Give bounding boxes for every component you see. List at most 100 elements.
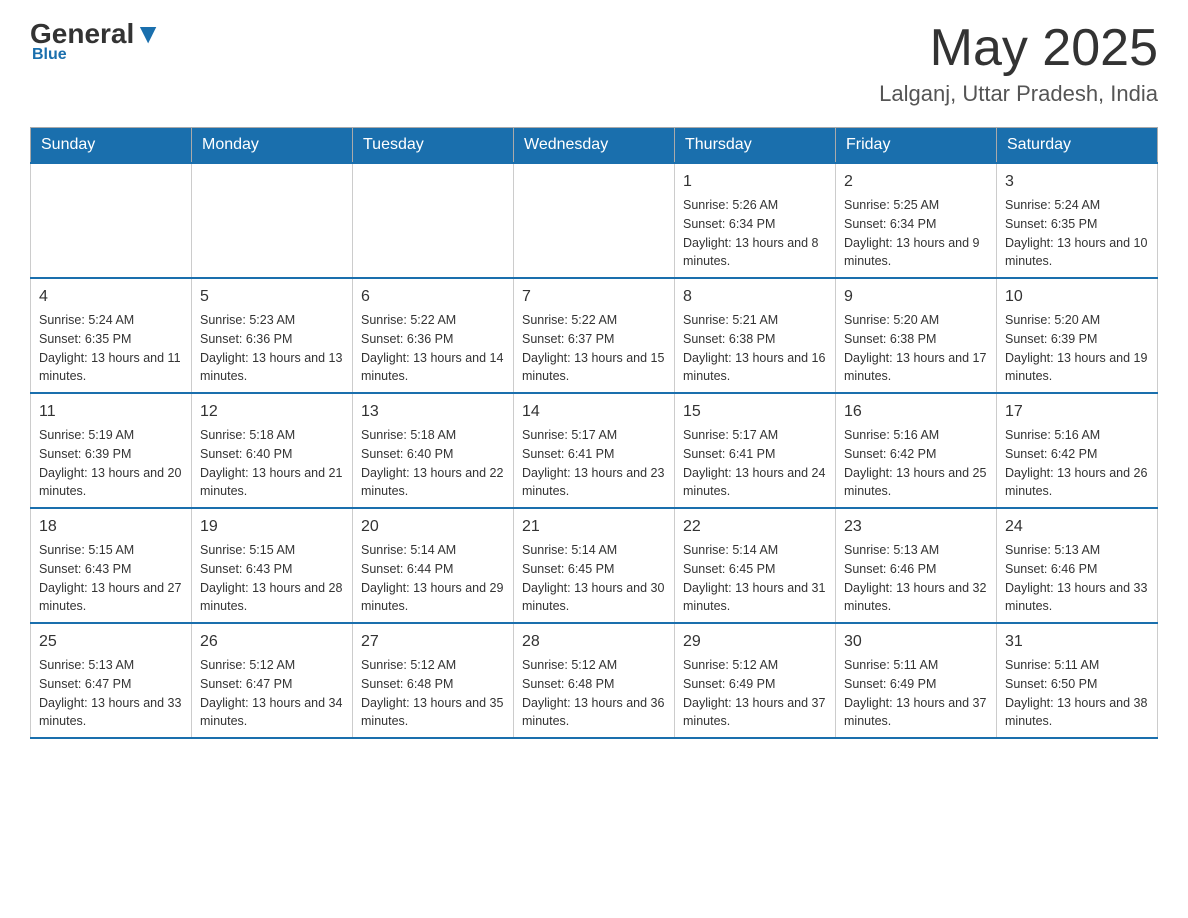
day-number: 10 — [1005, 285, 1149, 309]
day-info: Sunrise: 5:14 AMSunset: 6:45 PMDaylight:… — [683, 541, 827, 616]
table-row: 12Sunrise: 5:18 AMSunset: 6:40 PMDayligh… — [192, 393, 353, 508]
day-number: 13 — [361, 400, 505, 424]
day-number: 21 — [522, 515, 666, 539]
day-info: Sunrise: 5:22 AMSunset: 6:37 PMDaylight:… — [522, 311, 666, 386]
day-number: 23 — [844, 515, 988, 539]
logo-blue: Blue — [30, 46, 67, 64]
col-saturday: Saturday — [997, 128, 1158, 164]
page-header: General▼ Blue May 2025 Lalganj, Uttar Pr… — [30, 20, 1158, 107]
calendar-week-row: 1Sunrise: 5:26 AMSunset: 6:34 PMDaylight… — [31, 163, 1158, 278]
day-number: 15 — [683, 400, 827, 424]
day-number: 8 — [683, 285, 827, 309]
col-thursday: Thursday — [675, 128, 836, 164]
title-section: May 2025 Lalganj, Uttar Pradesh, India — [879, 20, 1158, 107]
table-row: 9Sunrise: 5:20 AMSunset: 6:38 PMDaylight… — [836, 278, 997, 393]
month-title: May 2025 — [879, 20, 1158, 77]
logo-text: General▼ — [30, 20, 162, 48]
day-number: 4 — [39, 285, 183, 309]
table-row: 18Sunrise: 5:15 AMSunset: 6:43 PMDayligh… — [31, 508, 192, 623]
day-info: Sunrise: 5:11 AMSunset: 6:49 PMDaylight:… — [844, 656, 988, 731]
day-number: 2 — [844, 170, 988, 194]
day-info: Sunrise: 5:25 AMSunset: 6:34 PMDaylight:… — [844, 196, 988, 271]
day-number: 17 — [1005, 400, 1149, 424]
day-number: 30 — [844, 630, 988, 654]
table-row: 3Sunrise: 5:24 AMSunset: 6:35 PMDaylight… — [997, 163, 1158, 278]
table-row: 29Sunrise: 5:12 AMSunset: 6:49 PMDayligh… — [675, 623, 836, 738]
table-row: 5Sunrise: 5:23 AMSunset: 6:36 PMDaylight… — [192, 278, 353, 393]
day-number: 1 — [683, 170, 827, 194]
day-info: Sunrise: 5:24 AMSunset: 6:35 PMDaylight:… — [39, 311, 183, 386]
table-row: 7Sunrise: 5:22 AMSunset: 6:37 PMDaylight… — [514, 278, 675, 393]
day-number: 28 — [522, 630, 666, 654]
logo: General▼ Blue — [30, 20, 162, 64]
table-row: 28Sunrise: 5:12 AMSunset: 6:48 PMDayligh… — [514, 623, 675, 738]
col-monday: Monday — [192, 128, 353, 164]
table-row: 27Sunrise: 5:12 AMSunset: 6:48 PMDayligh… — [353, 623, 514, 738]
day-info: Sunrise: 5:14 AMSunset: 6:44 PMDaylight:… — [361, 541, 505, 616]
table-row: 13Sunrise: 5:18 AMSunset: 6:40 PMDayligh… — [353, 393, 514, 508]
day-info: Sunrise: 5:26 AMSunset: 6:34 PMDaylight:… — [683, 196, 827, 271]
table-row: 20Sunrise: 5:14 AMSunset: 6:44 PMDayligh… — [353, 508, 514, 623]
day-number: 31 — [1005, 630, 1149, 654]
day-info: Sunrise: 5:13 AMSunset: 6:46 PMDaylight:… — [844, 541, 988, 616]
day-number: 7 — [522, 285, 666, 309]
table-row: 25Sunrise: 5:13 AMSunset: 6:47 PMDayligh… — [31, 623, 192, 738]
day-number: 20 — [361, 515, 505, 539]
day-info: Sunrise: 5:18 AMSunset: 6:40 PMDaylight:… — [200, 426, 344, 501]
table-row: 30Sunrise: 5:11 AMSunset: 6:49 PMDayligh… — [836, 623, 997, 738]
day-number: 11 — [39, 400, 183, 424]
day-info: Sunrise: 5:18 AMSunset: 6:40 PMDaylight:… — [361, 426, 505, 501]
day-info: Sunrise: 5:22 AMSunset: 6:36 PMDaylight:… — [361, 311, 505, 386]
table-row: 14Sunrise: 5:17 AMSunset: 6:41 PMDayligh… — [514, 393, 675, 508]
day-info: Sunrise: 5:14 AMSunset: 6:45 PMDaylight:… — [522, 541, 666, 616]
table-row — [514, 163, 675, 278]
table-row: 1Sunrise: 5:26 AMSunset: 6:34 PMDaylight… — [675, 163, 836, 278]
location-title: Lalganj, Uttar Pradesh, India — [879, 81, 1158, 107]
table-row: 8Sunrise: 5:21 AMSunset: 6:38 PMDaylight… — [675, 278, 836, 393]
day-info: Sunrise: 5:12 AMSunset: 6:48 PMDaylight:… — [522, 656, 666, 731]
col-sunday: Sunday — [31, 128, 192, 164]
col-friday: Friday — [836, 128, 997, 164]
day-number: 12 — [200, 400, 344, 424]
day-info: Sunrise: 5:17 AMSunset: 6:41 PMDaylight:… — [683, 426, 827, 501]
day-number: 18 — [39, 515, 183, 539]
calendar-week-row: 25Sunrise: 5:13 AMSunset: 6:47 PMDayligh… — [31, 623, 1158, 738]
table-row: 31Sunrise: 5:11 AMSunset: 6:50 PMDayligh… — [997, 623, 1158, 738]
calendar-table: Sunday Monday Tuesday Wednesday Thursday… — [30, 127, 1158, 739]
day-number: 5 — [200, 285, 344, 309]
day-number: 25 — [39, 630, 183, 654]
day-number: 6 — [361, 285, 505, 309]
table-row: 24Sunrise: 5:13 AMSunset: 6:46 PMDayligh… — [997, 508, 1158, 623]
day-number: 27 — [361, 630, 505, 654]
day-number: 26 — [200, 630, 344, 654]
day-number: 9 — [844, 285, 988, 309]
day-info: Sunrise: 5:19 AMSunset: 6:39 PMDaylight:… — [39, 426, 183, 501]
table-row: 23Sunrise: 5:13 AMSunset: 6:46 PMDayligh… — [836, 508, 997, 623]
table-row: 21Sunrise: 5:14 AMSunset: 6:45 PMDayligh… — [514, 508, 675, 623]
day-info: Sunrise: 5:24 AMSunset: 6:35 PMDaylight:… — [1005, 196, 1149, 271]
table-row: 10Sunrise: 5:20 AMSunset: 6:39 PMDayligh… — [997, 278, 1158, 393]
table-row: 22Sunrise: 5:14 AMSunset: 6:45 PMDayligh… — [675, 508, 836, 623]
day-info: Sunrise: 5:21 AMSunset: 6:38 PMDaylight:… — [683, 311, 827, 386]
day-info: Sunrise: 5:16 AMSunset: 6:42 PMDaylight:… — [1005, 426, 1149, 501]
table-row: 26Sunrise: 5:12 AMSunset: 6:47 PMDayligh… — [192, 623, 353, 738]
day-info: Sunrise: 5:17 AMSunset: 6:41 PMDaylight:… — [522, 426, 666, 501]
day-number: 14 — [522, 400, 666, 424]
day-number: 19 — [200, 515, 344, 539]
day-number: 24 — [1005, 515, 1149, 539]
day-info: Sunrise: 5:16 AMSunset: 6:42 PMDaylight:… — [844, 426, 988, 501]
table-row: 15Sunrise: 5:17 AMSunset: 6:41 PMDayligh… — [675, 393, 836, 508]
day-info: Sunrise: 5:20 AMSunset: 6:39 PMDaylight:… — [1005, 311, 1149, 386]
table-row — [192, 163, 353, 278]
day-info: Sunrise: 5:11 AMSunset: 6:50 PMDaylight:… — [1005, 656, 1149, 731]
day-number: 29 — [683, 630, 827, 654]
table-row — [31, 163, 192, 278]
table-row: 6Sunrise: 5:22 AMSunset: 6:36 PMDaylight… — [353, 278, 514, 393]
day-info: Sunrise: 5:23 AMSunset: 6:36 PMDaylight:… — [200, 311, 344, 386]
table-row: 4Sunrise: 5:24 AMSunset: 6:35 PMDaylight… — [31, 278, 192, 393]
table-row: 11Sunrise: 5:19 AMSunset: 6:39 PMDayligh… — [31, 393, 192, 508]
day-info: Sunrise: 5:15 AMSunset: 6:43 PMDaylight:… — [200, 541, 344, 616]
table-row: 19Sunrise: 5:15 AMSunset: 6:43 PMDayligh… — [192, 508, 353, 623]
table-row: 16Sunrise: 5:16 AMSunset: 6:42 PMDayligh… — [836, 393, 997, 508]
day-info: Sunrise: 5:12 AMSunset: 6:47 PMDaylight:… — [200, 656, 344, 731]
